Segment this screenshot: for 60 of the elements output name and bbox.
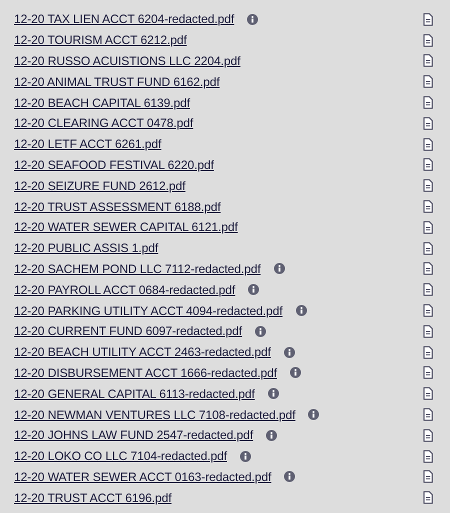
file-link[interactable]: 12-20 SACHEM POND LLC 7112-redacted.pdf: [14, 262, 261, 276]
document-icon[interactable]: [423, 408, 433, 422]
file-link[interactable]: 12-20 SEAFOOD FESTIVAL 6220.pdf: [14, 158, 214, 172]
info-icon[interactable]: [247, 14, 258, 25]
document-icon[interactable]: [423, 366, 433, 380]
document-icon[interactable]: [423, 138, 433, 151]
document-icon[interactable]: [423, 304, 433, 318]
document-icon[interactable]: [423, 242, 433, 255]
info-icon[interactable]: [240, 450, 251, 462]
document-icon[interactable]: [423, 220, 433, 234]
file-link[interactable]: 12-20 GENERAL CAPITAL 6113-redacted.pdf: [14, 386, 255, 401]
document-icon[interactable]: [423, 96, 433, 110]
document-icon[interactable]: [423, 116, 433, 130]
file-link[interactable]: 12-20 ANIMAL TRUST FUND 6162.pdf: [14, 74, 220, 89]
file-link[interactable]: 12-20 CURRENT FUND 6097-redacted.pdf: [14, 324, 242, 338]
document-icon[interactable]: [423, 200, 433, 214]
document-icon[interactable]: [423, 75, 433, 88]
info-icon[interactable]: [268, 388, 279, 400]
file-link[interactable]: 12-20 LETF ACCT 6261.pdf: [14, 137, 162, 152]
file-link[interactable]: 12-20 BEACH UTILITY ACCT 2463-redacted.pdf: [14, 345, 271, 360]
document-icon[interactable]: [423, 283, 433, 296]
file-link[interactable]: 12-20 CLEARING ACCT 0478.pdf: [14, 116, 194, 130]
file-link[interactable]: 12-20 SEIZURE FUND 2612.pdf: [14, 178, 186, 193]
file-link[interactable]: 12-20 TAX LIEN ACCT 6204-redacted.pdf: [14, 12, 234, 26]
file-link[interactable]: 12-20 JOHNS LAW FUND 2547-redacted.pdf: [14, 428, 254, 442]
info-icon[interactable]: [248, 284, 260, 296]
file-link[interactable]: 12-20 TOURISM ACCT 6212.pdf: [14, 33, 187, 48]
document-icon[interactable]: [423, 262, 433, 276]
document-icon[interactable]: [423, 34, 433, 47]
info-icon[interactable]: [284, 346, 295, 358]
file-link[interactable]: 12-20 BEACH CAPITAL 6139.pdf: [14, 96, 190, 110]
document-icon[interactable]: [423, 491, 433, 504]
document-icon[interactable]: [423, 428, 433, 442]
info-icon[interactable]: [284, 471, 296, 482]
document-icon[interactable]: [423, 470, 433, 484]
file-link[interactable]: 12-20 DISBURSEMENT ACCT 1666-redacted.pdf: [14, 366, 277, 380]
info-icon[interactable]: [274, 263, 285, 274]
info-icon[interactable]: [290, 367, 301, 378]
file-link[interactable]: 12-20 PAYROLL ACCT 0684-redacted.pdf: [14, 282, 236, 297]
document-icon[interactable]: [423, 387, 433, 400]
file-link[interactable]: 12-20 LOKO CO LLC 7104-redacted.pdf: [14, 449, 227, 464]
document-icon[interactable]: [423, 324, 433, 338]
document-icon[interactable]: [423, 179, 433, 192]
document-icon[interactable]: [423, 158, 433, 172]
document-icon[interactable]: [423, 54, 433, 68]
file-link[interactable]: 12-20 NEWMAN VENTURES LLC 7108-redacted.pdf: [14, 408, 296, 422]
file-link[interactable]: 12-20 WATER SEWER CAPITAL 6121.pdf: [14, 220, 238, 234]
file-link[interactable]: 12-20 PARKING UTILITY ACCT 4094-redacted.pdf: [14, 304, 283, 318]
file-link[interactable]: 12-20 TRUST ASSESSMENT 6188.pdf: [14, 200, 221, 214]
file-link[interactable]: 12-20 PUBLIC ASSIS 1.pdf: [14, 241, 158, 256]
file-link[interactable]: 12-20 TRUST ACCT 6196.pdf: [14, 490, 172, 505]
document-icon[interactable]: [423, 346, 433, 359]
document-icon[interactable]: [423, 450, 433, 463]
info-icon[interactable]: [266, 430, 278, 441]
info-icon[interactable]: [296, 305, 307, 316]
info-icon[interactable]: [255, 326, 266, 337]
info-icon[interactable]: [308, 409, 320, 420]
file-link[interactable]: 12-20 RUSSO ACUISTIONS LLC 2204.pdf: [14, 54, 240, 68]
file-link[interactable]: 12-20 WATER SEWER ACCT 0163-redacted.pdf: [14, 470, 272, 484]
document-icon[interactable]: [423, 12, 433, 26]
